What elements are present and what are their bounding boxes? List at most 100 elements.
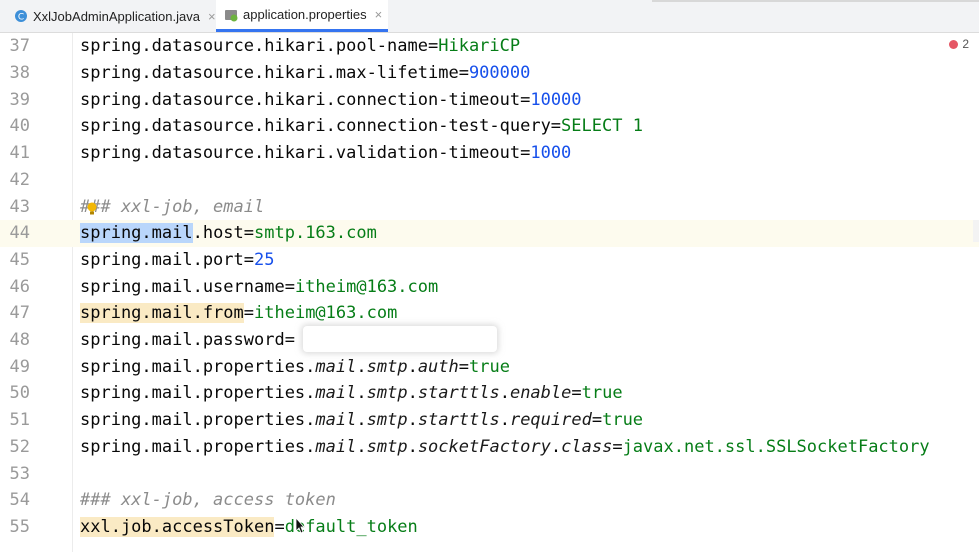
code-token: spring.mail.username= xyxy=(80,276,295,297)
line-number: 39 xyxy=(9,89,30,110)
tab-label: application.properties xyxy=(243,7,367,22)
code-text: spring.datasource.hikari.pool-name=Hikar… xyxy=(80,36,520,56)
code-token: .host= xyxy=(192,223,255,244)
code-text: spring.mail.properties.mail.smtp.auth=tr… xyxy=(80,357,510,377)
line-number: 43 xyxy=(9,196,30,217)
code-line[interactable]: 52 spring.mail.properties.mail.smtp.socke… xyxy=(0,434,979,461)
code-token: = xyxy=(274,516,285,537)
code-token: smtp xyxy=(366,436,408,457)
code-text: spring.mail.port=25 xyxy=(80,250,274,270)
code-token: HikariCP xyxy=(438,36,521,57)
code-line[interactable]: 42 xyxy=(0,167,979,194)
code-line[interactable]: 53 xyxy=(0,460,979,487)
code-token: auth xyxy=(417,356,459,377)
close-icon[interactable]: × xyxy=(375,7,383,22)
tab-application-properties[interactable]: application.properties × xyxy=(216,0,388,32)
code-token: itheim@163.com xyxy=(294,276,439,297)
code-token: . xyxy=(499,383,510,404)
code-token: spring.mail.from xyxy=(80,303,244,324)
error-icon xyxy=(949,39,959,49)
line-number: 40 xyxy=(9,116,30,137)
mouse-cursor-icon xyxy=(295,516,305,534)
close-icon[interactable]: × xyxy=(208,9,216,24)
redacted-password-overlay xyxy=(303,326,497,352)
svg-text:C: C xyxy=(18,13,24,23)
line-number: 41 xyxy=(9,143,30,164)
code-token: smtp xyxy=(366,356,408,377)
code-token: starttls xyxy=(417,410,500,431)
code-token: 10000 xyxy=(530,89,582,110)
code-text: ### xxl-job, email xyxy=(80,197,264,217)
code-text: xxl.job.accessToken=default_token xyxy=(80,516,418,537)
code-token: true xyxy=(581,383,623,404)
code-token: . xyxy=(356,436,367,457)
line-number: 44 xyxy=(9,223,30,244)
code-line[interactable]: 47 spring.mail.from=itheim@163.com xyxy=(0,300,979,327)
code-line[interactable]: 50 spring.mail.properties.mail.smtp.start… xyxy=(0,380,979,407)
tab-xxljobadminapplication[interactable]: C XxlJobAdminApplication.java × xyxy=(6,0,216,32)
code-token: mail xyxy=(315,356,357,377)
code-token: spring.mail.password= xyxy=(80,330,295,351)
code-token: = xyxy=(458,356,470,377)
code-token: spring.mail.properties. xyxy=(80,410,316,431)
line-number: 46 xyxy=(9,276,30,297)
code-line[interactable]: 43 ### xxl-job, email xyxy=(0,193,979,220)
problems-indicator[interactable]: 2 xyxy=(949,37,969,51)
line-number: 50 xyxy=(9,383,30,404)
code-line[interactable]: 37 spring.datasource.hikari.pool-name=Hik… xyxy=(0,33,979,60)
code-token: . xyxy=(356,383,367,404)
line-number: 47 xyxy=(9,303,30,324)
code-token: spring.mail.properties. xyxy=(80,436,316,457)
code-token: . xyxy=(356,410,367,431)
line-number: 42 xyxy=(9,169,30,190)
code-line[interactable]: 51 spring.mail.properties.mail.smtp.start… xyxy=(0,407,979,434)
code-token: = xyxy=(243,303,255,324)
code-text: spring.mail.properties.mail.smtp.starttl… xyxy=(80,410,643,430)
code-text: spring.datasource.hikari.connection-test… xyxy=(80,116,643,136)
line-number: 38 xyxy=(9,63,30,84)
code-token: javax.net.ssl.SSLSocketFactory xyxy=(622,436,930,457)
code-line[interactable]: 38 spring.datasource.hikari.max-lifetime=… xyxy=(0,60,979,87)
scrollbar-marker[interactable] xyxy=(973,220,979,242)
code-token: xxl.job.accessToken xyxy=(80,516,275,537)
code-line[interactable]: 41 spring.datasource.hikari.validation-ti… xyxy=(0,140,979,167)
code-text: spring.mail.properties.mail.smtp.starttl… xyxy=(80,383,623,403)
code-token: = xyxy=(612,436,623,457)
code-line[interactable]: 54 ### xxl-job, access token xyxy=(0,487,979,514)
code-token: . xyxy=(550,436,562,457)
java-class-icon: C xyxy=(14,9,28,23)
code-text: ### xxl-job, access token xyxy=(80,490,336,510)
window-edge xyxy=(652,0,979,2)
code-token: spring.mail.properties. xyxy=(80,383,316,404)
code-token: . xyxy=(407,436,418,457)
code-line[interactable]: 46 spring.mail.username=itheim@163.com xyxy=(0,273,979,300)
code-token: class xyxy=(561,436,613,457)
lightbulb-icon[interactable] xyxy=(86,201,98,215)
code-token: SELECT 1 xyxy=(561,116,643,137)
code-line[interactable]: 49 spring.mail.properties.mail.smtp.auth=… xyxy=(0,353,979,380)
line-number: 48 xyxy=(9,330,30,351)
code-token: spring.datasource.hikari.validation-time… xyxy=(80,143,531,164)
tab-label: XxlJobAdminApplication.java xyxy=(33,8,200,24)
code-text: spring.mail.host=smtp.163.com xyxy=(80,223,377,244)
problems-count: 2 xyxy=(962,37,969,51)
code-token: spring.datasource.hikari.max-lifetime= xyxy=(80,63,469,84)
code-token: spring.mail xyxy=(80,223,193,244)
code-line[interactable]: 44 spring.mail.host=smtp.163.com xyxy=(0,219,979,247)
code-token: smtp xyxy=(366,410,408,431)
code-token: mail xyxy=(315,436,357,457)
code-line[interactable]: 39 spring.datasource.hikari.connection-ti… xyxy=(0,86,979,113)
code-line[interactable]: 40 spring.datasource.hikari.connection-te… xyxy=(0,113,979,140)
code-text: spring.datasource.hikari.max-lifetime=90… xyxy=(80,63,530,83)
line-number: 55 xyxy=(9,516,30,537)
code-token: . xyxy=(407,383,418,404)
code-text: spring.datasource.hikari.validation-time… xyxy=(80,143,571,163)
code-line[interactable]: 55 xxl.job.accessToken=default_token xyxy=(0,514,979,541)
line-number: 37 xyxy=(9,36,30,57)
code-token: mail xyxy=(315,383,357,404)
code-token: smtp.163.com xyxy=(254,223,377,244)
line-number: 49 xyxy=(9,356,30,377)
code-token: spring.datasource.hikari.connection-test… xyxy=(80,116,562,137)
code-line[interactable]: 45 spring.mail.port=25 xyxy=(0,247,979,274)
code-token: required xyxy=(509,410,592,431)
